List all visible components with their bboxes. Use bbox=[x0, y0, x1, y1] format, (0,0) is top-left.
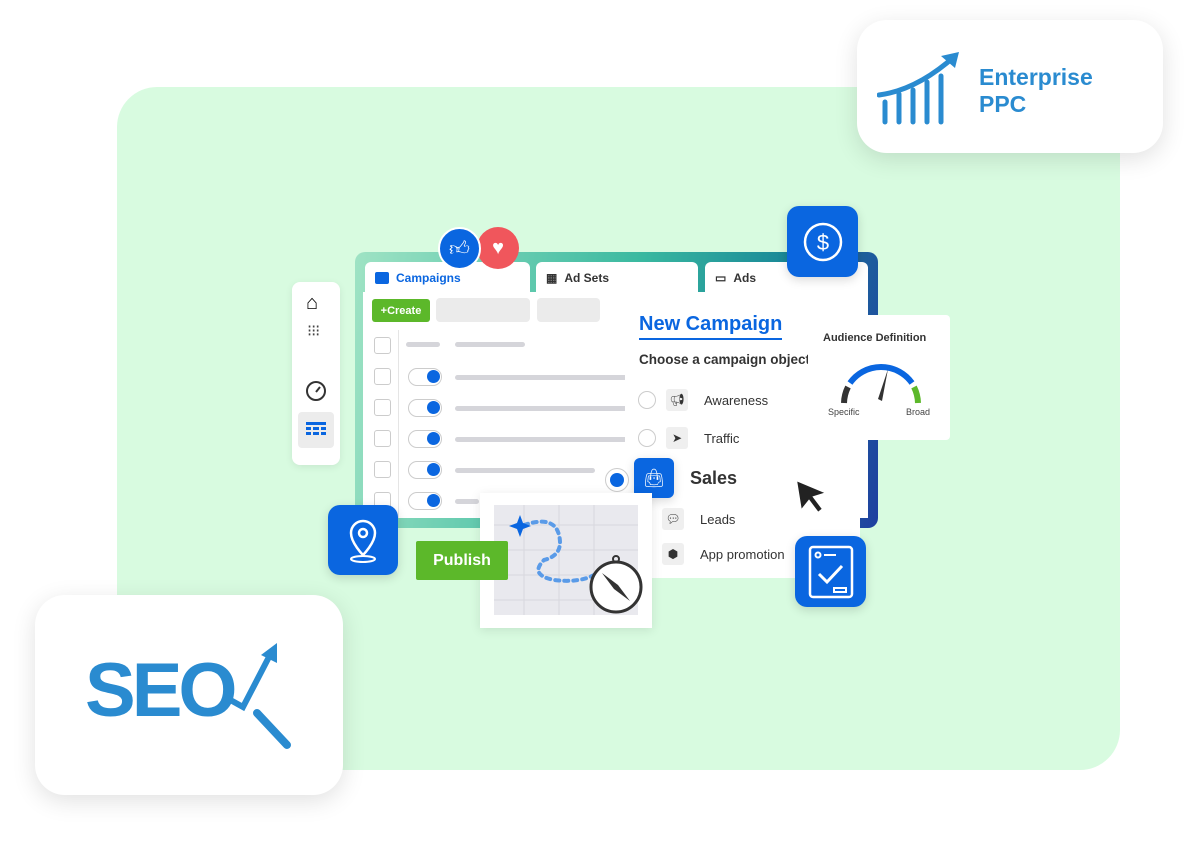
thumbs-up-icon: 👍︎ bbox=[438, 227, 481, 270]
filter-placeholder[interactable] bbox=[537, 298, 600, 322]
option-label: App promotion bbox=[700, 546, 785, 562]
gauge-icon[interactable] bbox=[305, 380, 327, 402]
row-placeholder bbox=[455, 468, 595, 473]
row-checkbox[interactable] bbox=[374, 368, 391, 385]
tab-ad-sets[interactable]: ▦ Ad Sets bbox=[536, 262, 698, 294]
option-traffic[interactable]: ➤ Traffic bbox=[638, 427, 739, 449]
row-toggle[interactable] bbox=[408, 399, 442, 417]
ppc-subtitle: PPC bbox=[979, 91, 1027, 117]
magnifier-arrow-icon bbox=[223, 643, 291, 749]
svg-text:$: $ bbox=[816, 230, 828, 255]
seo-card: SEO bbox=[35, 595, 343, 795]
option-sales-label[interactable]: Sales bbox=[690, 468, 737, 489]
radio[interactable] bbox=[638, 429, 656, 447]
chat-icon: 💬︎ bbox=[662, 508, 684, 530]
growth-chart-icon bbox=[877, 52, 959, 125]
mouse-cursor-icon bbox=[794, 478, 830, 515]
shopping-bag-icon: 👜︎ bbox=[634, 458, 674, 498]
option-label: Awareness bbox=[704, 392, 769, 408]
row-placeholder bbox=[455, 499, 479, 504]
publish-button[interactable]: Publish bbox=[416, 541, 508, 580]
row-checkbox[interactable] bbox=[374, 430, 391, 447]
row-placeholder bbox=[455, 375, 627, 380]
tab-label: Ads bbox=[733, 271, 757, 285]
seo-logo: SEO bbox=[85, 648, 237, 733]
option-awareness[interactable]: 📢︎ Awareness bbox=[638, 389, 768, 411]
row-checkbox[interactable] bbox=[374, 461, 391, 478]
row-placeholder bbox=[455, 406, 627, 411]
enterprise-ppc-card: Enterprise PPC bbox=[857, 20, 1163, 153]
tab-label: Ad Sets bbox=[564, 271, 610, 285]
home-icon[interactable]: ⌂ bbox=[306, 292, 318, 315]
folder-icon bbox=[375, 272, 389, 284]
box-icon: ⬢ bbox=[662, 543, 684, 565]
option-app-promotion[interactable]: ⬢ App promotion bbox=[662, 543, 785, 565]
audience-definition-card: Audience Definition Specific Broad bbox=[808, 315, 950, 440]
create-button[interactable]: +Create bbox=[372, 299, 430, 322]
tab-label: Campaigns bbox=[396, 271, 461, 285]
window-icon: ▭ bbox=[715, 271, 727, 285]
objective-prompt: Choose a campaign objecti bbox=[639, 352, 809, 367]
apps-icon[interactable]: ⁝⁝⁝ bbox=[307, 324, 320, 340]
ppc-title: Enterprise bbox=[979, 64, 1093, 90]
dollar-icon: $ bbox=[787, 206, 858, 277]
table-icon[interactable] bbox=[298, 412, 334, 448]
header-placeholder bbox=[406, 342, 440, 347]
grid-icon: ▦ bbox=[546, 271, 558, 285]
filter-placeholder[interactable] bbox=[436, 298, 530, 322]
row-toggle[interactable] bbox=[408, 430, 442, 448]
audience-title: Audience Definition bbox=[823, 332, 927, 344]
sidebar: ⌂ ⁝⁝⁝ bbox=[292, 282, 340, 465]
row-placeholder bbox=[455, 437, 627, 442]
option-label: Traffic bbox=[704, 430, 740, 446]
row-toggle[interactable] bbox=[408, 492, 442, 510]
cursor-icon: ➤ bbox=[666, 427, 688, 449]
option-leads[interactable]: 💬︎ Leads bbox=[662, 508, 735, 530]
gauge-min-label: Specific bbox=[828, 407, 860, 417]
megaphone-icon: 📢︎ bbox=[666, 389, 688, 411]
column-divider bbox=[398, 330, 399, 518]
heart-icon: ♥ bbox=[477, 227, 519, 269]
new-campaign-title: New Campaign bbox=[639, 313, 783, 340]
radio[interactable] bbox=[638, 391, 656, 409]
gauge-max-label: Broad bbox=[906, 407, 931, 417]
row-checkbox[interactable] bbox=[374, 399, 391, 416]
row-toggle[interactable] bbox=[408, 368, 442, 386]
header-placeholder bbox=[455, 342, 525, 347]
checklist-icon bbox=[795, 536, 866, 607]
select-all-checkbox[interactable] bbox=[374, 337, 391, 354]
radio-sales-selected[interactable] bbox=[605, 468, 629, 492]
location-pin-icon bbox=[328, 505, 398, 575]
row-toggle[interactable] bbox=[408, 461, 442, 479]
audience-gauge bbox=[841, 364, 921, 404]
compass-icon bbox=[589, 555, 643, 614]
option-label: Leads bbox=[700, 511, 736, 527]
